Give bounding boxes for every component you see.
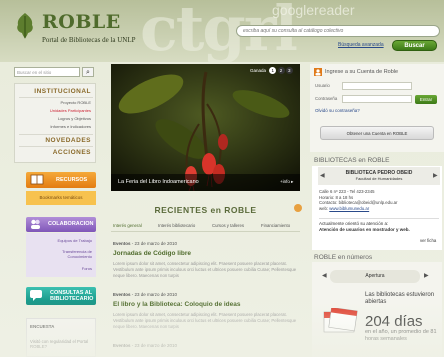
nav-novedades[interactable]: NOVEDADES: [45, 137, 91, 144]
nav-institucional[interactable]: INSTITUCIONAL: [34, 88, 91, 95]
password-label: Contraseña: [315, 96, 338, 101]
catalog-search-input[interactable]: [236, 25, 440, 37]
library-faculty: Facultad de Humanidades: [355, 176, 403, 181]
tab-interes-general[interactable]: Interés general: [113, 223, 142, 228]
people-icon: [31, 219, 40, 229]
consultas-label-2: BIBLIOTECARIO: [50, 296, 94, 302]
library-web-label: web:: [319, 205, 329, 211]
slide-caption[interactable]: La Feria del Libro Indoamericano: [118, 179, 199, 185]
numeros-heading: ROBLE en números: [314, 254, 373, 261]
news-date: - 23 de marzo de 2010: [130, 241, 178, 246]
site-title[interactable]: ROBLE: [42, 11, 121, 33]
news-category[interactable]: Eventos: [113, 241, 131, 246]
featured-slideshow[interactable]: [111, 64, 300, 191]
pager-dot-2[interactable]: 2: [277, 67, 285, 74]
stat-detail: en el año, un promedio de 81 horas seman…: [365, 329, 437, 342]
chevron-right-icon[interactable]: ▶: [433, 172, 438, 179]
book-icon: [30, 174, 44, 185]
login-title: Ingrese a su Cuenta de Roble: [325, 69, 399, 75]
slide-more-info-link[interactable]: +info ▸: [280, 179, 293, 185]
news-meta: Eventos - 23 de marzo de 2010: [113, 292, 177, 297]
nav-divider: [19, 134, 93, 135]
user-label: Usuario: [315, 83, 330, 88]
tab-financiamiento[interactable]: Financiamiento: [261, 223, 290, 228]
nav-divider: [19, 97, 93, 98]
encuesta-title: ENCUESTA: [30, 324, 55, 329]
news-category[interactable]: Eventos: [113, 292, 131, 297]
search-button[interactable]: Buscar: [392, 40, 437, 51]
bookmarks-button[interactable]: Bookmarks temáticos: [26, 191, 96, 205]
recientes-tabs: Interés general Interés bibliotecario Cu…: [111, 222, 300, 232]
user-field[interactable]: [342, 82, 412, 90]
news-meta: Eventos - 23 de marzo de 2010: [113, 343, 177, 348]
advanced-search-link[interactable]: Búsqueda avanzada: [338, 42, 384, 48]
nav-logros-objetivos[interactable]: Logros y Objetivos: [58, 116, 91, 121]
tab-cursos-talleres[interactable]: Cursos y talleres: [212, 223, 244, 228]
nav-proyecto-roble[interactable]: Proyecto ROBLE: [61, 100, 91, 105]
colaboracion-label: COLABORACION: [48, 221, 94, 227]
news-meta: Eventos - 23 de marzo de 2010: [113, 241, 177, 246]
library-notice: Actualmente orientó su atención a: Atenc…: [319, 218, 439, 233]
nav-acciones[interactable]: ACCIONES: [53, 149, 91, 156]
news-title[interactable]: El libro y la Biblioteca: Coloquio de id…: [113, 301, 241, 308]
slide-pager: Ganada 1 2 3: [250, 67, 293, 75]
news-category[interactable]: Eventos: [113, 343, 131, 348]
pager-label: Ganada: [250, 68, 267, 73]
pager-dot-1[interactable]: 1: [269, 67, 277, 74]
chevron-left-icon[interactable]: ◀: [320, 172, 325, 179]
news-body: Lorem ipsum dolor sit amet, consectetur …: [113, 261, 297, 278]
recientes-heading: RECIENTES en ROBLE: [154, 205, 257, 215]
news-body: Lorem ipsum dolor sit amet, consectetur …: [113, 312, 297, 329]
pager-dot-3[interactable]: 3: [285, 67, 293, 74]
colaboracion-panel: Equipos de Trabajo Transferencia de Cono…: [26, 233, 96, 277]
chevron-left-icon[interactable]: ◀: [322, 272, 327, 279]
news-title[interactable]: Jornadas de Código libre: [113, 250, 191, 257]
library-notice-text: Atención de usuarios en mostrador y web.: [319, 227, 410, 232]
encuesta-question: Visitó con regularidad el Portal ROBLE?: [30, 339, 89, 349]
ver-ficha-link[interactable]: ver ficha: [420, 238, 436, 243]
numeros-selector[interactable]: Apertura: [330, 270, 420, 283]
rss-icon[interactable]: [294, 204, 302, 212]
create-account-button[interactable]: Obtener una Cuenta en ROBLE: [320, 126, 434, 140]
tab-interes-bibliotecario[interactable]: Interés bibliotecario: [158, 223, 195, 228]
search-icon[interactable]: ⌕: [82, 67, 94, 77]
user-icon: [314, 68, 322, 76]
stat-text: Las bibliotecas estuvieron abiertas: [365, 292, 435, 305]
site-search-input[interactable]: Buscar en el sitio: [14, 67, 80, 77]
forgot-password-link[interactable]: Olvidó su contraseña?: [315, 108, 360, 113]
stat-value: 204 días: [365, 313, 423, 330]
library-web-link[interactable]: www.biblumunedu.ar: [329, 206, 369, 211]
news-date: - 23 de marzo de 2010: [130, 343, 178, 348]
news-date: - 23 de marzo de 2010: [130, 292, 178, 297]
sidebar-nav: INSTITUCIONAL Proyecto ROBLE Unidades Pa…: [14, 83, 96, 163]
chat-bubble-icon: [30, 290, 42, 301]
recursos-label: RECURSOS: [56, 177, 88, 183]
encuesta-panel: ENCUESTA Visitó con regularidad el Porta…: [26, 318, 96, 357]
login-button[interactable]: Entrar: [415, 95, 437, 104]
oak-leaf-logo-icon: [17, 13, 33, 39]
site-subtitle: Portal de Bibliotecas de la UNLP: [42, 36, 136, 44]
header-background-text-2: googlereader: [272, 2, 355, 18]
colab-transferencia[interactable]: Transferencia de Conocimiento: [52, 249, 92, 259]
nav-divider: [19, 146, 93, 147]
library-header: BIBLIOTECA PEDRO OBEID Facultad de Human…: [318, 167, 440, 185]
colab-equipos[interactable]: Equipos de Trabajo: [58, 238, 92, 243]
slide-image: [111, 64, 300, 191]
nav-informes-indicadores[interactable]: Informes e Indicadores: [50, 124, 91, 129]
calendar-icon: [323, 308, 358, 333]
chevron-right-icon[interactable]: ▶: [424, 272, 429, 279]
bibliotecas-heading: BIBLIOTECAS en ROBLE: [314, 157, 390, 164]
colab-foros[interactable]: Foros: [82, 266, 92, 271]
library-info: Calle 6 nº 223 - Tel 423-2345 Horario: 8…: [319, 189, 397, 211]
password-field[interactable]: [342, 95, 412, 103]
nav-unidades-participantes[interactable]: Unidades Participantes: [50, 108, 91, 113]
